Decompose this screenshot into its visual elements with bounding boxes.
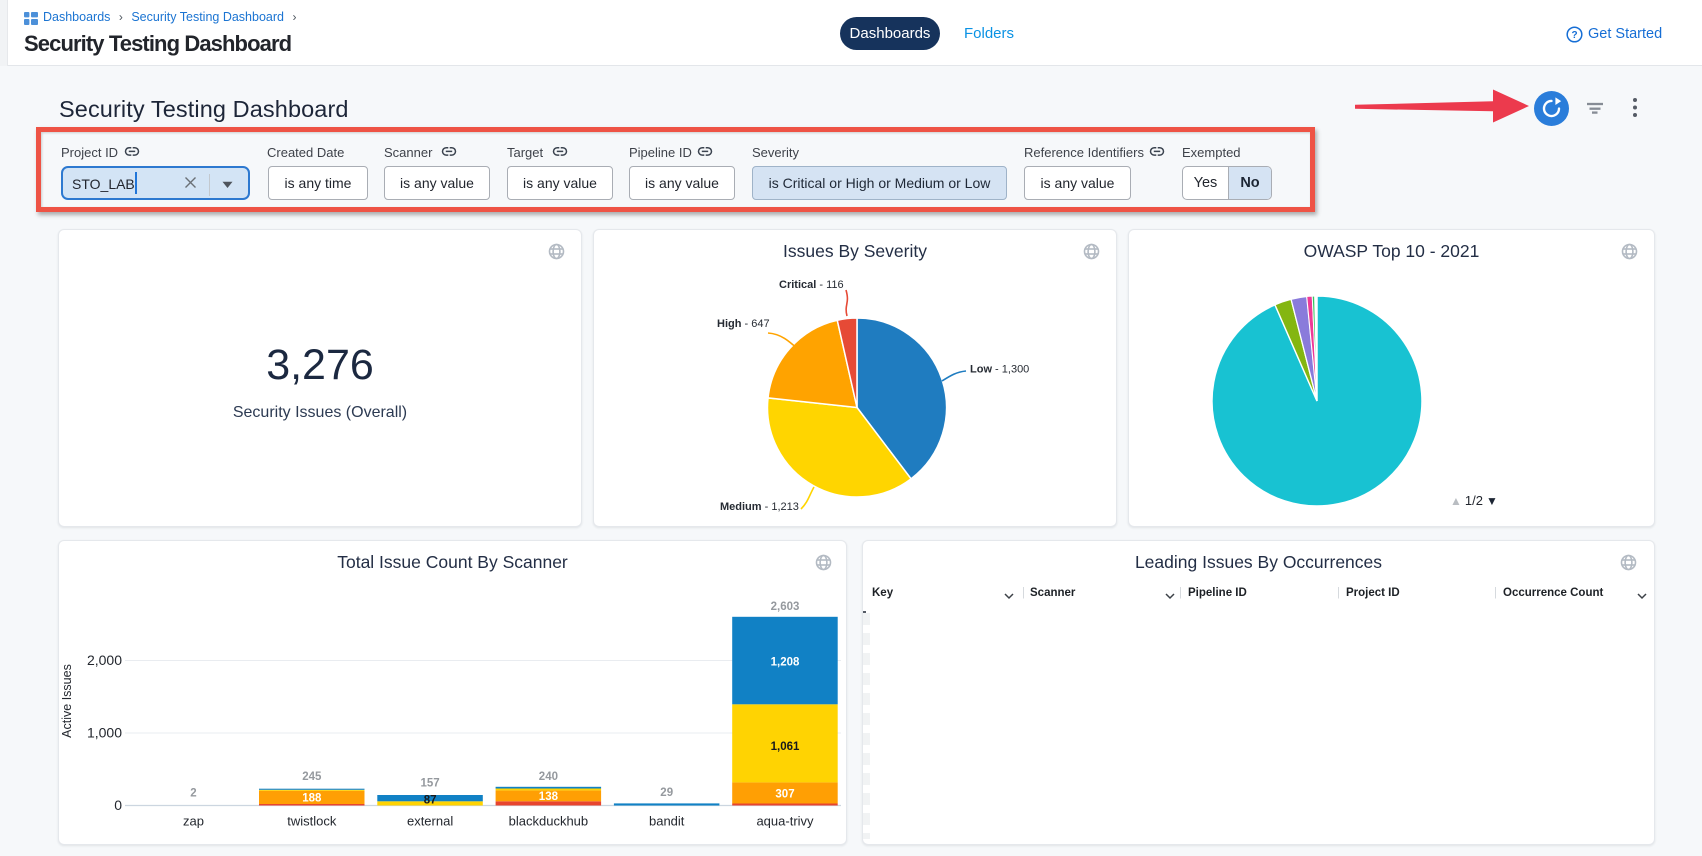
svg-text:157: 157 [421,778,440,790]
svg-text:High - 647: High - 647 [717,318,770,330]
svg-text:Critical - 116: Critical - 116 [779,279,844,291]
svg-text:240: 240 [539,771,558,783]
svg-text:aqua-trivy: aqua-trivy [756,814,814,829]
svg-text:2,000: 2,000 [87,652,122,668]
svg-text:87: 87 [424,794,437,806]
svg-text:blackduckhub: blackduckhub [509,814,589,829]
svg-text:138: 138 [539,791,559,803]
svg-text:Low - 1,300: Low - 1,300 [970,364,1029,376]
svg-text:?: ? [1571,30,1577,41]
svg-text:1,208: 1,208 [771,657,800,669]
svg-text:twistlock: twistlock [287,814,337,829]
svg-text:29: 29 [660,787,673,799]
svg-text:Active Issues: Active Issues [60,664,74,738]
svg-text:188: 188 [302,792,322,804]
svg-text:0: 0 [114,797,122,813]
svg-text:307: 307 [775,789,794,801]
svg-text:external: external [407,814,453,829]
svg-text:bandit: bandit [649,814,685,829]
svg-text:zap: zap [183,814,204,829]
svg-text:2,603: 2,603 [771,601,800,613]
svg-text:Medium - 1,213: Medium - 1,213 [720,501,799,513]
svg-text:245: 245 [302,771,322,783]
svg-text:1,061: 1,061 [771,741,800,753]
svg-text:1,000: 1,000 [87,725,122,741]
svg-text:2: 2 [190,788,196,800]
